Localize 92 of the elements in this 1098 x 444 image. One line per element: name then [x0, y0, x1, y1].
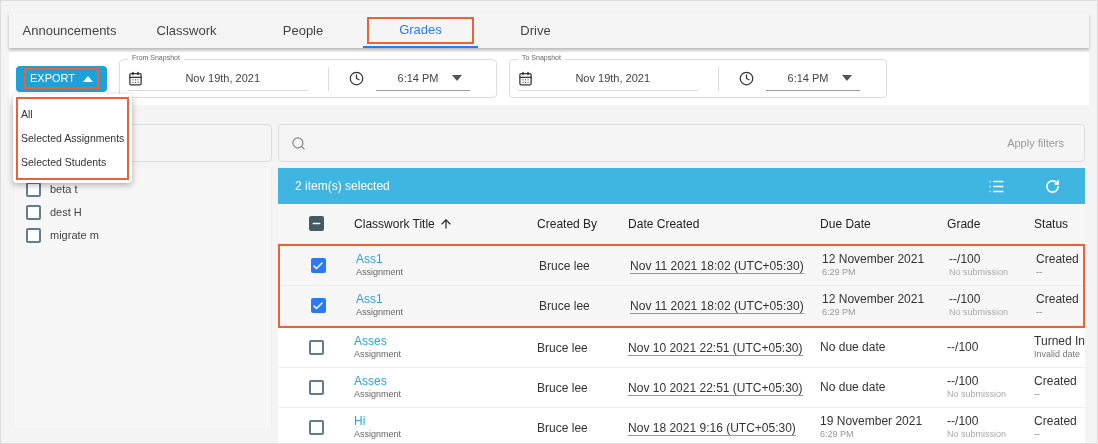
due-time: 6:29 PM [822, 267, 856, 279]
classwork-type: Assignment [354, 389, 402, 401]
menu-item[interactable]: All [18, 103, 128, 127]
export-label: EXPORT [26, 70, 98, 87]
student-name: dest H [50, 204, 82, 220]
table-cell: Bruce lee [539, 258, 590, 273]
date-created-link[interactable]: Nov 18 2021 9:16 (UTC+05:30) [628, 420, 796, 436]
caret-icon [83, 75, 94, 82]
sort-ascending-icon [438, 216, 453, 231]
checkbox[interactable] [308, 216, 324, 231]
time-value: 6:14 PM [397, 70, 439, 86]
caret-icon [452, 75, 463, 81]
table-row[interactable]: Asses Assignment Bruce lee Nov 10 2021 22:51 (UTC+05:30) No due date --/100 No submission Created -- [278, 368, 1085, 408]
status: Created [1036, 292, 1079, 308]
due-date: 12 November 2021 [822, 292, 925, 308]
grade: --/100 [949, 252, 981, 268]
tab[interactable]: Grades [363, 13, 478, 48]
column-header[interactable]: Due Date [820, 214, 871, 233]
clock-icon [739, 71, 755, 86]
student-name: beta t [50, 181, 78, 197]
status-note: Invalid date [1034, 349, 1081, 361]
due-date: 19 November 2021 [820, 414, 923, 430]
student-name: migrate m [50, 227, 99, 243]
checkbox[interactable] [310, 298, 326, 313]
table-cell: Bruce lee [537, 420, 588, 435]
status: Created [1034, 414, 1077, 430]
classwork-type: Assignment [356, 307, 404, 319]
menu-item[interactable]: Selected Students [18, 150, 128, 175]
clock-icon [349, 71, 365, 86]
column-header[interactable]: Date Created [628, 214, 700, 233]
column-header[interactable]: Grade [947, 214, 981, 233]
classwork-type: Assignment [354, 349, 402, 361]
table-row[interactable]: Hi Assignment Bruce lee Nov 18 2021 9:16 (UTC+05:30) 19 November 2021 6:29 PM --/100 No submission Created -- [278, 408, 1085, 443]
due-time: 6:29 PM [822, 307, 856, 319]
tab[interactable]: Announcements [6, 13, 133, 48]
column-header[interactable]: Classwork Title [354, 214, 435, 233]
grade-note: No submission [947, 389, 1007, 401]
caret-icon [842, 75, 853, 81]
status-note: -- [1034, 429, 1041, 441]
grade-note: No submission [947, 429, 1007, 441]
time-field[interactable]: 6:14 PM [766, 66, 861, 91]
time-value: 6:14 PM [787, 70, 829, 86]
grade: --/100 [947, 340, 979, 355]
check-icon [312, 299, 325, 312]
refresh-icon[interactable] [1045, 178, 1060, 194]
date-value: Nov 19th, 2021 [185, 70, 261, 86]
tab[interactable]: Drive [504, 13, 567, 48]
date-created-link[interactable]: Nov 10 2021 22:51 (UTC+05:30) [628, 340, 803, 356]
date-value: Nov 19th, 2021 [575, 70, 651, 86]
checkbox[interactable] [310, 258, 326, 273]
column-header[interactable]: Status [1034, 214, 1069, 233]
table-row[interactable]: Asses Assignment Bruce lee Nov 10 2021 22:51 (UTC+05:30) No due date --/100 Turned In Invalid date [278, 328, 1085, 368]
checkbox[interactable] [308, 380, 324, 395]
status: Created [1034, 374, 1077, 390]
classwork-type: Assignment [356, 267, 404, 279]
selection-count: 2 item(s) selected [295, 178, 390, 195]
status-note: -- [1034, 389, 1041, 401]
tab[interactable]: Classwork [140, 13, 233, 48]
due-date: No due date [820, 340, 886, 355]
date-created-link[interactable]: Nov 10 2021 22:51 (UTC+05:30) [628, 380, 803, 396]
classwork-type: Assignment [354, 429, 402, 441]
date-created-link[interactable]: Nov 11 2021 18:02 (UTC+05:30) [630, 258, 804, 274]
table-cell: Bruce lee [539, 298, 590, 313]
calendar-icon [518, 70, 534, 86]
table-cell: Bruce lee [537, 340, 588, 355]
check-icon [312, 259, 325, 272]
status-note: -- [1036, 267, 1043, 279]
column-header[interactable]: Created By [537, 214, 598, 233]
checkbox[interactable] [308, 340, 324, 355]
due-date: 12 November 2021 [822, 252, 925, 268]
date-field[interactable]: Nov 19th, 2021 [128, 66, 309, 91]
tab[interactable]: People [266, 13, 340, 48]
grade-note: No submission [949, 267, 1009, 279]
status-note: -- [1036, 307, 1043, 319]
date-field[interactable]: Nov 19th, 2021 [518, 66, 699, 91]
checkbox[interactable] [26, 227, 41, 243]
due-time: 6:29 PM [820, 429, 854, 441]
grade: --/100 [949, 292, 981, 308]
grade: --/100 [947, 374, 979, 390]
status: Created [1036, 252, 1079, 268]
due-date: No due date [820, 380, 886, 395]
date-created-link[interactable]: Nov 11 2021 18:02 (UTC+05:30) [630, 298, 804, 314]
menu-item[interactable]: Selected Assignments [18, 126, 128, 151]
grade-note: No submission [949, 307, 1009, 319]
table-cell: Bruce lee [537, 380, 588, 395]
time-field[interactable]: 6:14 PM [376, 66, 471, 91]
checkbox[interactable] [26, 204, 41, 220]
status: Turned In [1034, 334, 1085, 350]
checkbox[interactable] [308, 420, 324, 435]
grade: --/100 [947, 414, 979, 430]
calendar-icon [128, 70, 144, 86]
search-icon [291, 135, 307, 151]
